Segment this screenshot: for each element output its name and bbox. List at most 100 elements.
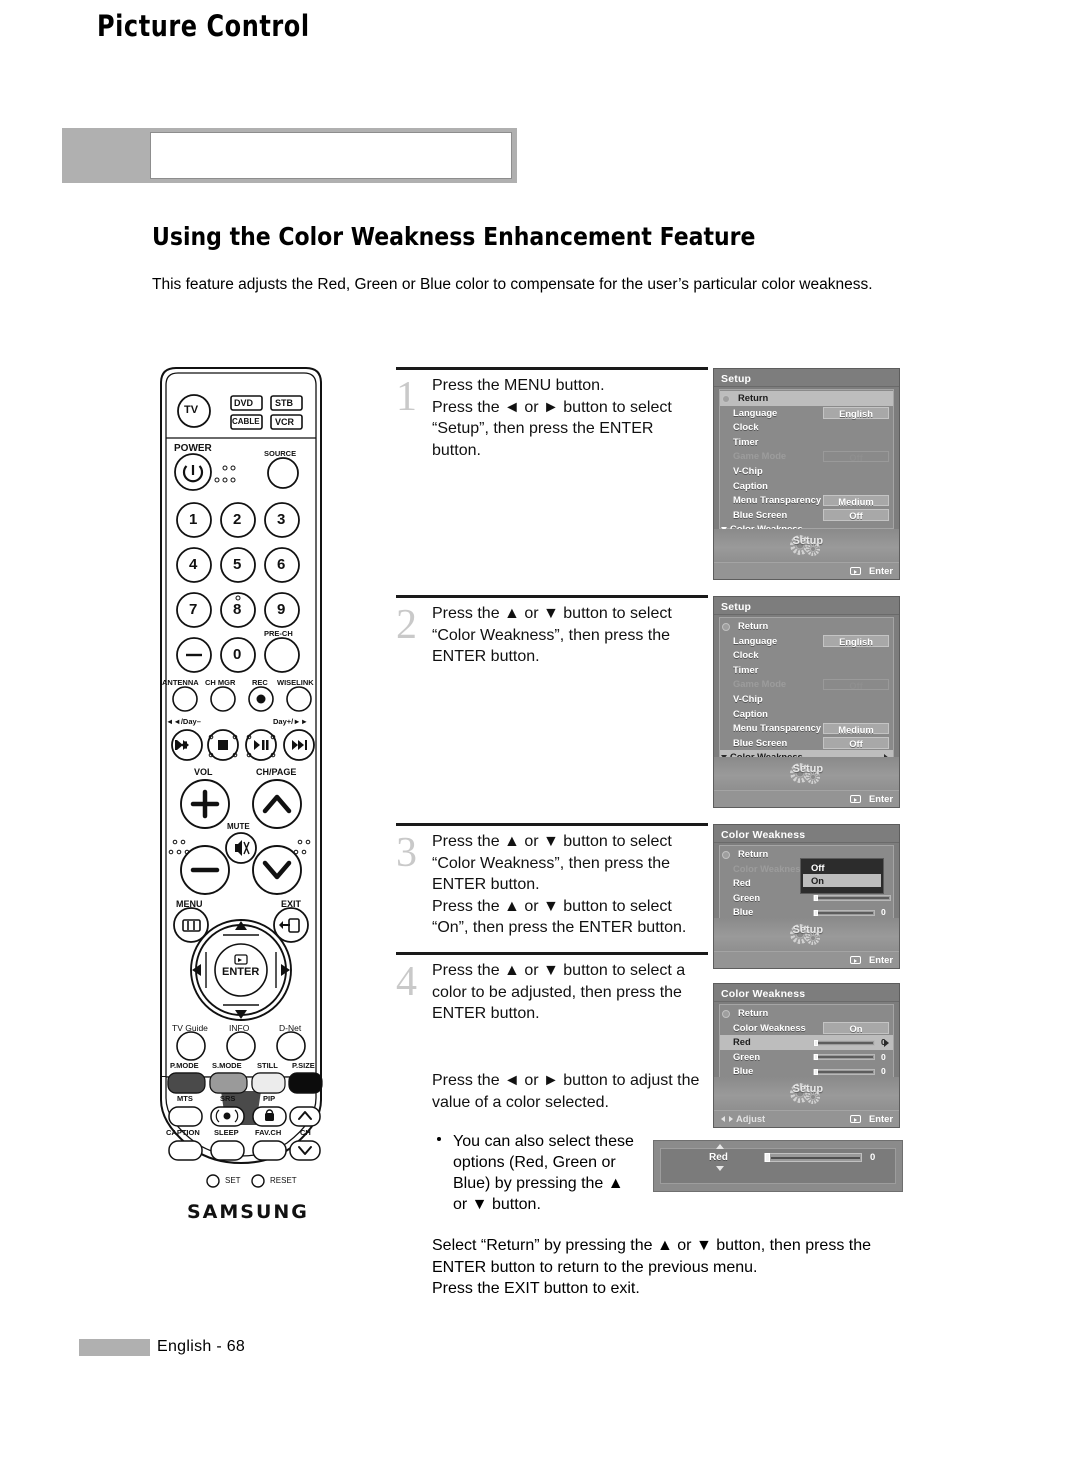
remote-lower-keys-svg xyxy=(167,1072,323,1188)
step-text-2: Press the ▲ or ▼ button to select “Color… xyxy=(432,603,722,668)
remote-key-8: 8 xyxy=(233,601,242,618)
osd1-value-game-mode: Off xyxy=(823,450,889,463)
osd2-value-blue-screen[interactable]: Off xyxy=(823,737,889,749)
remote-label-ch-page: CH/PAGE xyxy=(256,767,297,777)
closing-line-1: Select “Return” by pressing the ▲ or ▼ b… xyxy=(432,1237,871,1254)
enter-key-icon xyxy=(850,566,861,575)
remote-label-day-plus: Day+/►► xyxy=(273,717,309,726)
osd1-row-menu-transparency[interactable]: Menu Transparency Medium xyxy=(720,493,893,508)
osd3-slider-blue[interactable] xyxy=(813,909,875,916)
section-heading: Using the Color Weakness Enhancement Fea… xyxy=(152,222,756,251)
osd1-row-vchip[interactable]: V-Chip xyxy=(720,464,893,479)
osd2-row-menu-transparency[interactable]: Menu Transparency Medium xyxy=(720,721,893,736)
osd2-row-caption[interactable]: Caption xyxy=(720,707,893,722)
remote-label-vol: VOL xyxy=(194,767,213,777)
osd2-enter-label: Enter xyxy=(869,793,893,804)
bullet-line-2: options (Red, Green or xyxy=(453,1154,616,1171)
osd1-value-blue-screen[interactable]: Off xyxy=(823,509,889,521)
osd1-row-timer[interactable]: Timer xyxy=(720,435,893,450)
remote-label-s-mode: S.MODE xyxy=(212,1061,242,1070)
remote-key-3: 3 xyxy=(277,511,286,528)
osd3-slider-green[interactable] xyxy=(813,895,891,902)
osd4-slider-red[interactable] xyxy=(813,1039,875,1046)
return-icon xyxy=(722,1009,730,1018)
step-number-3: 3 xyxy=(396,830,417,876)
osd2-label-language: Language xyxy=(733,634,778,646)
step-number-1: 1 xyxy=(396,374,417,420)
osd1-gear-label: Setup xyxy=(792,535,824,547)
step-divider-1 xyxy=(396,367,708,370)
osd2-value-menu-transparency[interactable]: Medium xyxy=(823,722,889,735)
osd1-row-language[interactable]: Language English xyxy=(720,406,893,421)
osd4-value-color-weakness[interactable]: On xyxy=(823,1022,889,1034)
step-1-line-4: button. xyxy=(432,441,481,459)
slider-fill xyxy=(818,1041,873,1044)
osd4-slider-blue[interactable] xyxy=(813,1068,875,1075)
osd2-bottom-bar: Enter xyxy=(714,790,899,807)
remote-label-stb: STB xyxy=(275,398,293,408)
osd4-row-return[interactable]: Return xyxy=(720,1006,893,1021)
osd4-row-red[interactable]: Red 0 xyxy=(720,1035,893,1050)
osd4-label-return: Return xyxy=(738,1007,769,1018)
remote-label-caption: CAPTION xyxy=(166,1128,200,1137)
slider-fill xyxy=(818,897,889,900)
step-4-line-3: ENTER button. xyxy=(432,1005,540,1022)
osd1-value-menu-transparency[interactable]: Medium xyxy=(823,494,889,507)
osd2-row-return[interactable]: Return xyxy=(720,619,893,634)
osd2-row-language[interactable]: Language English xyxy=(720,634,893,649)
step-3-line-3: ENTER button. xyxy=(432,876,540,893)
remote-label-still: STILL xyxy=(257,1061,278,1070)
footer-grey-bar xyxy=(79,1339,150,1356)
osd1-row-return[interactable]: Return xyxy=(720,391,893,406)
osd3-gear-label: Setup xyxy=(792,924,824,936)
osd-panel-color-weakness-1: Color Weakness Return Color Weakness Red… xyxy=(713,824,900,969)
step-divider-4 xyxy=(396,952,708,955)
osd1-row-caption[interactable]: Caption xyxy=(720,479,893,494)
red-widget-slider[interactable] xyxy=(764,1153,862,1162)
osd1-label-language: Language xyxy=(733,406,778,418)
osd2-row-clock[interactable]: Clock xyxy=(720,648,893,663)
remote-label-cable: CABLE xyxy=(232,417,260,426)
arrow-down-icon[interactable] xyxy=(716,1166,724,1171)
osd2-row-game-mode: Game Mode Off xyxy=(720,677,893,692)
slider-fill xyxy=(771,1156,860,1159)
red-widget-label: Red xyxy=(709,1152,728,1163)
osd2-row-timer[interactable]: Timer xyxy=(720,663,893,678)
step-divider-2 xyxy=(396,595,708,598)
osd4-row-color-weakness[interactable]: Color Weakness On xyxy=(720,1021,893,1036)
osd1-row-clock[interactable]: Clock xyxy=(720,420,893,435)
step-divider-3 xyxy=(396,823,708,826)
osd1-row-blue-screen[interactable]: Blue Screen Off xyxy=(720,508,893,523)
osd2-row-blue-screen[interactable]: Blue Screen Off xyxy=(720,736,893,751)
step-number-2: 2 xyxy=(396,602,417,648)
tvguide-label-guide: GUIDE xyxy=(225,1308,248,1315)
osd2-label-blue-screen: Blue Screen xyxy=(733,736,788,748)
remote-key-1: 1 xyxy=(189,511,198,528)
osd3-label-color-weakness: Color Weakness xyxy=(733,862,806,874)
osd4-row-green[interactable]: Green 0 xyxy=(720,1050,893,1065)
color-weakness-dropdown[interactable]: Off On xyxy=(800,858,884,894)
osd-panel-color-weakness-2: Color Weakness Return Color Weakness On … xyxy=(713,983,900,1128)
dropdown-option-off[interactable]: Off xyxy=(803,861,881,874)
osd2-value-language[interactable]: English xyxy=(823,635,889,647)
remote-key-2: 2 xyxy=(233,511,242,528)
remote-label-ch: CH xyxy=(300,1128,311,1137)
osd3-label-return: Return xyxy=(738,848,769,859)
intro-paragraph: This feature adjusts the Red, Green or B… xyxy=(152,276,873,293)
return-icon xyxy=(722,394,730,403)
dropdown-option-on[interactable]: On xyxy=(803,874,881,887)
step-text-1: Press the MENU button. Press the ◄ or ► … xyxy=(432,375,722,461)
slider-knob[interactable] xyxy=(765,1153,770,1162)
osd4-slider-green[interactable] xyxy=(813,1054,875,1061)
remote-key-7: 7 xyxy=(189,601,198,618)
bullet-line-4: or ▼ button. xyxy=(453,1196,541,1213)
osd1-value-language[interactable]: English xyxy=(823,407,889,419)
osd2-label-return: Return xyxy=(738,620,769,631)
step-2-line-2: “Color Weakness”, then press the xyxy=(432,626,671,644)
osd2-row-vchip[interactable]: V-Chip xyxy=(720,692,893,707)
remote-label-info: INFO xyxy=(229,1023,250,1033)
red-adjust-widget[interactable]: Red 0 xyxy=(653,1140,903,1192)
osd3-enter-label: Enter xyxy=(869,954,893,965)
arrow-up-icon[interactable] xyxy=(716,1144,724,1149)
step-3-line-2: “Color Weakness”, then press the xyxy=(432,854,671,872)
